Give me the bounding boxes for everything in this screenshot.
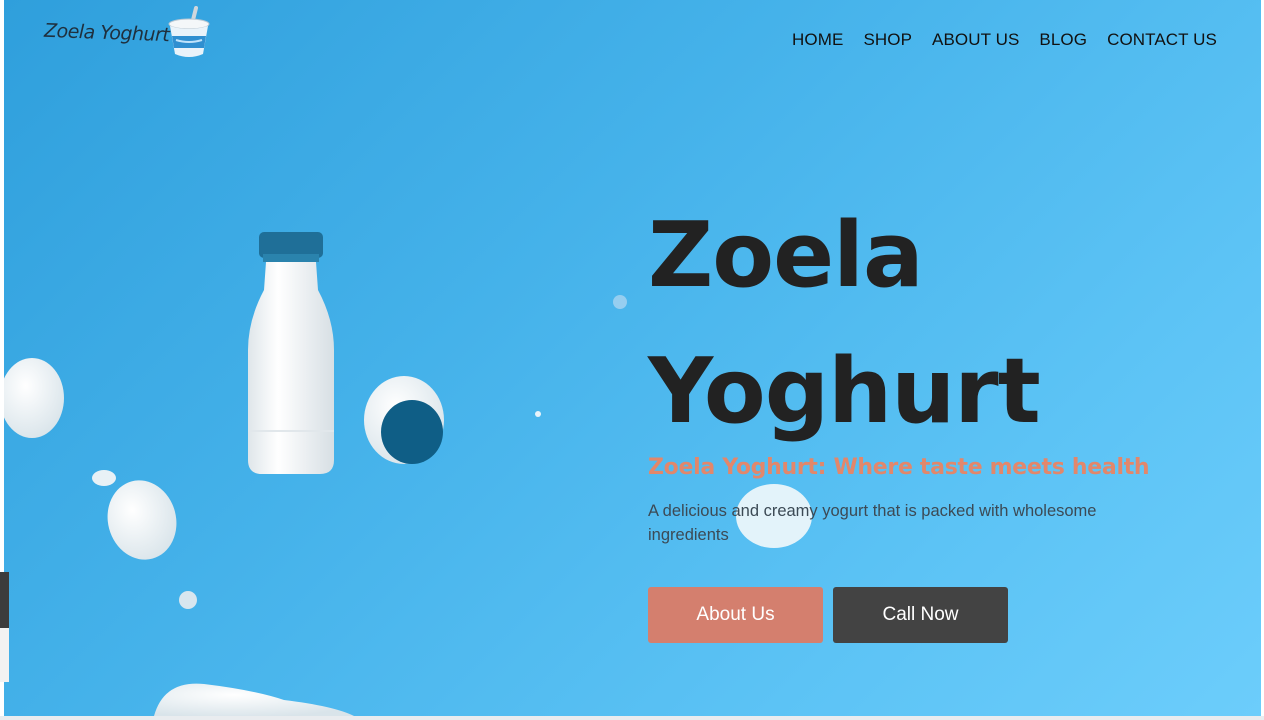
main-nav: HOME SHOP ABOUT US BLOG CONTACT US — [792, 30, 1217, 50]
nav-home[interactable]: HOME — [792, 30, 843, 50]
nav-blog[interactable]: BLOG — [1039, 30, 1087, 50]
page-bottom-edge — [0, 716, 1264, 720]
nav-shop[interactable]: SHOP — [863, 30, 912, 50]
side-tab-light[interactable] — [0, 628, 9, 682]
milk-bottle-image — [4, 232, 627, 716]
side-tab-dark[interactable] — [0, 572, 9, 628]
hero-title-line1: Zoela — [648, 203, 924, 308]
hero-tagline: Zoela Yoghurt: Where taste meets health — [648, 455, 1150, 480]
nav-about-us[interactable]: ABOUT US — [932, 30, 1019, 50]
about-us-button[interactable]: About Us — [648, 587, 823, 643]
hero-section: Zoela Yoghurt HOME SHOP ABOUT US BLOG CO… — [4, 0, 1261, 716]
nav-contact-us[interactable]: CONTACT US — [1107, 30, 1217, 50]
hero-title-line2: Yoghurt — [648, 339, 1041, 444]
hero-title: Zoela Yoghurt — [648, 188, 1041, 460]
hero-description: A delicious and creamy yogurt that is pa… — [648, 502, 1097, 544]
call-now-button[interactable]: Call Now — [833, 587, 1008, 643]
